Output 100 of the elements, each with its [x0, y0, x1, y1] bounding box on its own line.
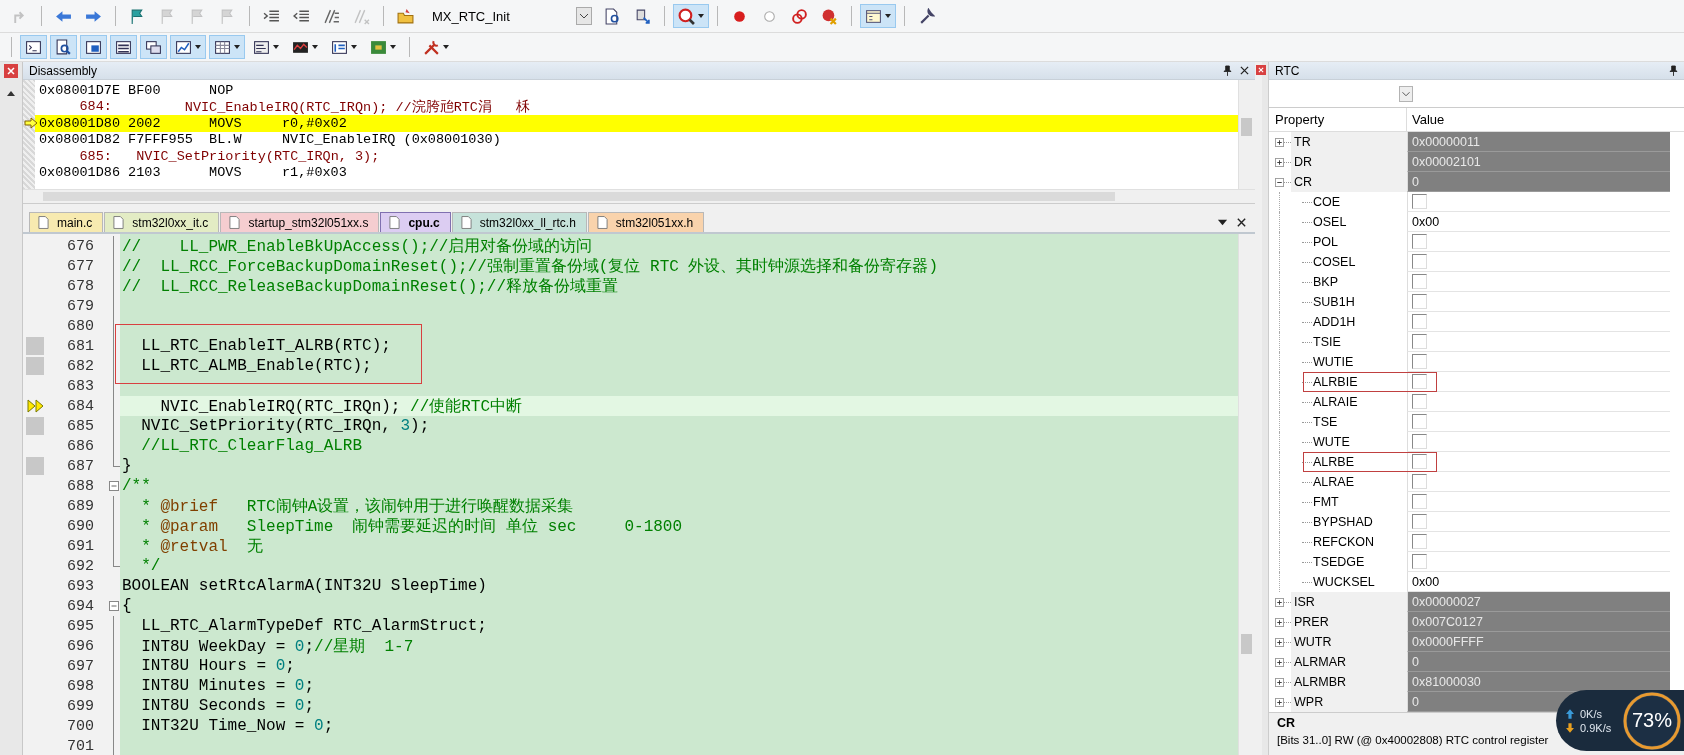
- line-number: 683: [66, 377, 94, 395]
- mnemonic-text: NOP: [209, 82, 235, 98]
- toolbar-button[interactable]: [673, 4, 709, 28]
- checkbox[interactable]: [1412, 374, 1427, 389]
- chip-icon: [370, 38, 387, 56]
- checkbox[interactable]: [1412, 534, 1427, 549]
- expander-icon[interactable]: [1275, 157, 1284, 167]
- operand-text: r1,#0x03: [282, 165, 347, 181]
- collapse-icon[interactable]: [109, 481, 119, 491]
- field-name: ALRBE: [1312, 455, 1354, 469]
- checkbox[interactable]: [1412, 334, 1427, 349]
- line-number: 693: [66, 577, 94, 595]
- flag-icon: [219, 7, 236, 25]
- line-number: 689: [66, 497, 94, 515]
- list-icon: [331, 38, 348, 56]
- field-name: WUTIE: [1312, 355, 1354, 369]
- expander-icon[interactable]: [1275, 657, 1284, 667]
- code-text: }: [122, 457, 132, 475]
- caret-icon: [195, 45, 201, 49]
- checkbox[interactable]: [1412, 454, 1427, 469]
- file-tab[interactable]: main.c: [29, 212, 104, 232]
- slashes-icon: [353, 7, 370, 25]
- file-tab[interactable]: stm32l0xx_ll_rtc.h: [451, 212, 587, 232]
- field-name: WUCKSEL: [1312, 575, 1375, 589]
- toolbar-button[interactable]: [140, 35, 167, 59]
- checkbox[interactable]: [1412, 434, 1427, 449]
- source-text: NVIC_SetPriority(RTC_IRQn, 3);: [135, 148, 380, 164]
- checkbox[interactable]: [1412, 234, 1427, 249]
- checkbox[interactable]: [1412, 514, 1427, 529]
- file-tab[interactable]: stm32l0xx_it.c: [104, 212, 220, 232]
- close-icon[interactable]: [1236, 216, 1247, 228]
- code-text: 0: [314, 717, 324, 735]
- current-line-arrow-icon: [24, 117, 38, 130]
- toolbar-button[interactable]: [50, 35, 77, 59]
- file-tab[interactable]: cpu.c: [380, 212, 451, 232]
- close-icon[interactable]: [1240, 66, 1249, 75]
- function-dropdown[interactable]: MX_RTC_Init: [426, 5, 592, 27]
- toolbar-button[interactable]: [20, 35, 47, 59]
- chart-window-icon: [175, 38, 192, 56]
- scrollbar[interactable]: [1238, 80, 1255, 189]
- file-tab[interactable]: startup_stm32l051xx.s: [220, 212, 380, 232]
- field-name: POL: [1312, 235, 1338, 249]
- checkbox[interactable]: [1412, 194, 1427, 209]
- toolbar-button[interactable]: [209, 35, 245, 59]
- expander-icon[interactable]: [1275, 697, 1284, 707]
- toolbar-button[interactable]: [80, 35, 107, 59]
- code-text: 无: [245, 537, 263, 556]
- checkbox[interactable]: [1412, 254, 1427, 269]
- checkbox[interactable]: [1412, 294, 1427, 309]
- code-text: //星期 1-7: [314, 637, 414, 656]
- tools-icon: [423, 38, 440, 56]
- document-arrow-icon: [634, 7, 651, 25]
- code-text: @retval: [160, 537, 228, 556]
- document-icon: [38, 216, 49, 229]
- checkbox[interactable]: [1412, 394, 1427, 409]
- checkbox[interactable]: [1412, 474, 1427, 489]
- expander-icon[interactable]: [1275, 137, 1284, 147]
- checkbox[interactable]: [1412, 554, 1427, 569]
- code-text: LL_RTC_AlarmTypeDef RTC_AlarmStruct;: [140, 617, 487, 635]
- column-header: Property: [1269, 108, 1407, 131]
- toolbar-button[interactable]: [170, 35, 206, 59]
- line-number: 684: [66, 397, 94, 415]
- code-text: {: [122, 597, 132, 615]
- code-text: // LL_RCC_ForceBackupDomainReset();//强制重置备份域(复位 RTC 外设、其时钟源选择和备份寄存器): [122, 257, 939, 276]
- pin-icon[interactable]: [1223, 65, 1232, 76]
- code-text: //使能RTC中断: [410, 397, 523, 416]
- expander-icon[interactable]: [1275, 177, 1284, 187]
- code-text: */: [140, 557, 161, 575]
- register-name: CR: [1293, 175, 1313, 189]
- caret-icon: [312, 45, 318, 49]
- source-line-number: 684:: [78, 99, 113, 115]
- checkbox[interactable]: [1412, 314, 1427, 329]
- pin-icon[interactable]: [1669, 65, 1678, 76]
- checkbox[interactable]: [1412, 414, 1427, 429]
- checkbox[interactable]: [1412, 494, 1427, 509]
- collapse-icon[interactable]: [109, 601, 119, 611]
- field-name: ALRBIE: [1312, 375, 1358, 389]
- code-text: ;: [323, 717, 334, 735]
- expander-icon[interactable]: [1275, 597, 1284, 607]
- code-text: ;: [304, 697, 315, 715]
- field-name: SUB1H: [1312, 295, 1355, 309]
- description-title: CR: [1277, 716, 1296, 730]
- expander-icon[interactable]: [1275, 637, 1284, 647]
- checkbox[interactable]: [1412, 274, 1427, 289]
- register-name: ALRMAR: [1293, 655, 1347, 669]
- code-text: 0: [294, 637, 305, 656]
- mnemonic-text: MOVS: [209, 115, 243, 131]
- expander-icon[interactable]: [1275, 677, 1284, 687]
- document-icon: [113, 216, 125, 229]
- file-tab[interactable]: stm32l051xx.h: [587, 212, 705, 232]
- expander-icon[interactable]: [1275, 617, 1284, 627]
- field-name: BYPSHAD: [1312, 515, 1373, 529]
- document-icon: [229, 216, 241, 229]
- scrollbar[interactable]: [1238, 234, 1255, 755]
- rings-icon: [791, 7, 808, 25]
- field-name: REFCKON: [1312, 535, 1375, 549]
- checkbox[interactable]: [1412, 354, 1427, 369]
- toolbar-button[interactable]: [110, 35, 137, 59]
- code-text: INT8U Hours =: [140, 657, 268, 675]
- scrollbar[interactable]: [23, 189, 1255, 203]
